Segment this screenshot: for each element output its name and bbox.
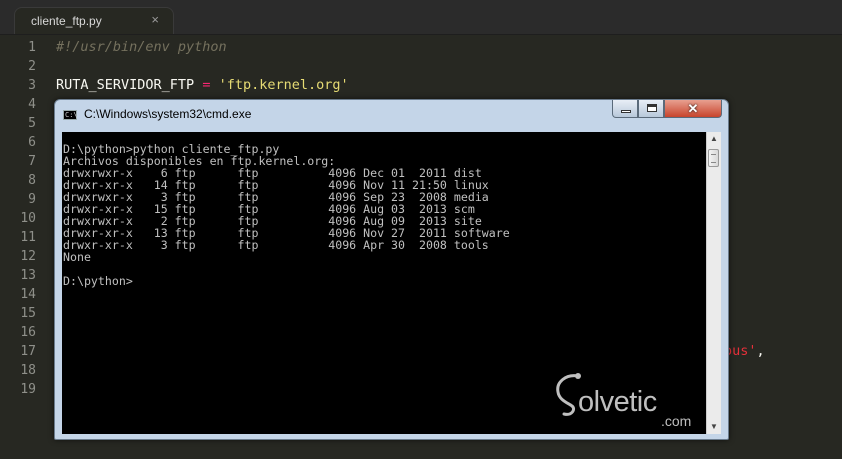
console-text: D:\python>python cliente_ftp.py Archivos… bbox=[63, 142, 510, 288]
maximize-button[interactable] bbox=[638, 100, 664, 118]
line-number: 1 bbox=[28, 40, 36, 55]
line-number: 12 bbox=[20, 249, 36, 264]
line-number: 8 bbox=[28, 173, 36, 188]
line-number: 3 bbox=[28, 78, 36, 93]
line-number: 19 bbox=[20, 382, 36, 397]
string-literal: 'ftp.kernel.org' bbox=[218, 77, 349, 93]
tab-bar: cliente_ftp.py × bbox=[0, 0, 842, 35]
minimize-icon bbox=[621, 110, 631, 113]
cmd-app-icon: C:\ bbox=[63, 110, 78, 120]
scroll-up-arrow-icon[interactable]: ▲ bbox=[707, 132, 721, 146]
code-line-17-tail: ous', bbox=[724, 342, 765, 361]
line-number-gutter: 1 2 3 4 5 6 7 8 9 10 11 12 13 14 15 16 1… bbox=[0, 36, 44, 459]
line-number: 14 bbox=[20, 287, 36, 302]
line-number: 5 bbox=[28, 116, 36, 131]
tab-close-icon[interactable]: × bbox=[151, 12, 159, 27]
watermark-domain: .com bbox=[661, 413, 692, 429]
solvetic-watermark: olvetic .com bbox=[548, 370, 708, 432]
line-number: 4 bbox=[28, 97, 36, 112]
close-icon: ✕ bbox=[687, 101, 699, 116]
code-line-3: RUTA_SERVIDOR_FTP = 'ftp.kernel.org' bbox=[56, 76, 349, 95]
comma: , bbox=[756, 343, 765, 359]
line-number: 18 bbox=[20, 363, 36, 378]
line-number: 6 bbox=[28, 135, 36, 150]
scroll-thumb[interactable] bbox=[708, 149, 719, 167]
line-number: 16 bbox=[20, 325, 36, 340]
shebang-comment: #!/usr/bin/env python bbox=[56, 39, 227, 55]
line-number: 2 bbox=[28, 59, 36, 74]
cmd-window-title: C:\Windows\system32\cmd.exe bbox=[84, 107, 252, 121]
tab-cliente-ftp[interactable]: cliente_ftp.py × bbox=[14, 7, 174, 34]
line-number: 7 bbox=[28, 154, 36, 169]
line-number: 15 bbox=[20, 306, 36, 321]
assign-operator: = bbox=[202, 77, 211, 93]
close-button[interactable]: ✕ bbox=[664, 100, 722, 118]
vertical-scrollbar[interactable]: ▲ ▼ bbox=[706, 132, 721, 434]
watermark-text: olvetic bbox=[578, 386, 657, 418]
maximize-icon bbox=[647, 104, 657, 112]
code-line-1: #!/usr/bin/env python bbox=[56, 38, 227, 57]
line-number: 10 bbox=[20, 211, 36, 226]
line-number: 11 bbox=[20, 230, 36, 245]
line-number: 13 bbox=[20, 268, 36, 283]
scroll-down-arrow-icon[interactable]: ▼ bbox=[707, 420, 721, 434]
cmd-titlebar[interactable]: C:\ C:\Windows\system32\cmd.exe ✕ bbox=[55, 100, 728, 128]
line-number: 17 bbox=[20, 344, 36, 359]
minimize-button[interactable] bbox=[612, 100, 638, 118]
line-number: 9 bbox=[28, 192, 36, 207]
tab-label: cliente_ftp.py bbox=[31, 14, 102, 28]
cmd-icon-text: C:\ bbox=[65, 111, 78, 119]
variable-name: RUTA_SERVIDOR_FTP bbox=[56, 77, 195, 93]
